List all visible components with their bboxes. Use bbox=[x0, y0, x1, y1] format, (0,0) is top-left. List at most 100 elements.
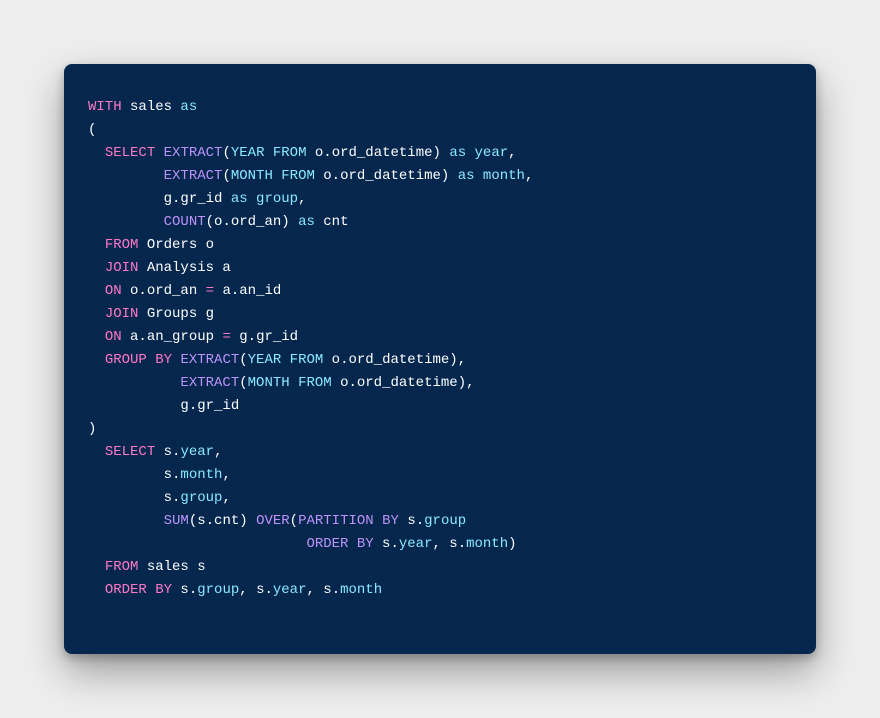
code-token bbox=[248, 191, 256, 207]
code-token: as bbox=[458, 168, 475, 184]
code-token bbox=[88, 237, 105, 253]
code-token: g.gr_id bbox=[88, 191, 231, 207]
sql-code-block: WITH sales as ( SELECT EXTRACT(YEAR FROM… bbox=[88, 96, 792, 602]
code-token: o.ord_datetime) bbox=[306, 145, 449, 161]
code-token: ( bbox=[88, 122, 96, 138]
code-token: FROM bbox=[105, 237, 139, 253]
code-token: year bbox=[475, 145, 509, 161]
code-token: ) bbox=[508, 536, 516, 552]
code-token bbox=[88, 168, 164, 184]
code-token bbox=[466, 145, 474, 161]
code-token: FROM bbox=[105, 559, 139, 575]
code-token: FROM bbox=[273, 145, 307, 161]
code-token bbox=[88, 444, 105, 460]
code-token: Orders o bbox=[138, 237, 214, 253]
code-token: ( bbox=[239, 352, 247, 368]
code-token: JOIN bbox=[105, 260, 139, 276]
code-token: YEAR bbox=[248, 352, 282, 368]
code-token: FROM bbox=[281, 168, 315, 184]
code-token: ON bbox=[105, 329, 122, 345]
code-token: s. bbox=[374, 536, 399, 552]
code-token: , bbox=[525, 168, 533, 184]
code-token: as bbox=[231, 191, 248, 207]
code-token: EXTRACT bbox=[164, 168, 223, 184]
code-token: (s.cnt) bbox=[189, 513, 256, 529]
code-token bbox=[264, 145, 272, 161]
code-token bbox=[88, 375, 180, 391]
code-token: o.ord_datetime), bbox=[323, 352, 466, 368]
code-token: ORDER BY bbox=[306, 536, 373, 552]
code-token bbox=[88, 513, 164, 529]
code-token: Groups g bbox=[138, 306, 214, 322]
code-token: (o.ord_an) bbox=[206, 214, 298, 230]
code-token: a.an_group bbox=[122, 329, 223, 345]
code-token: month bbox=[483, 168, 525, 184]
code-token: = bbox=[222, 329, 230, 345]
code-token: MONTH bbox=[248, 375, 290, 391]
code-token: , bbox=[222, 490, 230, 506]
code-token: , bbox=[298, 191, 306, 207]
code-token: ) bbox=[88, 421, 96, 437]
code-token: ORDER BY bbox=[105, 582, 172, 598]
code-token: ( bbox=[222, 168, 230, 184]
code-token: FROM bbox=[290, 352, 324, 368]
code-token: cnt bbox=[315, 214, 349, 230]
code-token: o.ord_an bbox=[122, 283, 206, 299]
code-token: s. bbox=[399, 513, 424, 529]
code-token: FROM bbox=[298, 375, 332, 391]
code-token: SUM bbox=[164, 513, 189, 529]
code-token: ( bbox=[290, 513, 298, 529]
code-token: group bbox=[197, 582, 239, 598]
code-token: g.gr_id bbox=[231, 329, 298, 345]
code-token bbox=[281, 352, 289, 368]
code-token: BY bbox=[382, 513, 399, 529]
code-card: WITH sales as ( SELECT EXTRACT(YEAR FROM… bbox=[64, 64, 816, 654]
code-token bbox=[88, 329, 105, 345]
code-token: s. bbox=[172, 582, 197, 598]
code-token: MONTH bbox=[231, 168, 273, 184]
code-token: WITH bbox=[88, 99, 122, 115]
code-token: Analysis a bbox=[138, 260, 230, 276]
code-token: group bbox=[180, 490, 222, 506]
code-token: , bbox=[214, 444, 222, 460]
code-token: , bbox=[222, 467, 230, 483]
code-token: as bbox=[298, 214, 315, 230]
code-token: , s. bbox=[239, 582, 273, 598]
code-token: s. bbox=[155, 444, 180, 460]
code-token bbox=[88, 283, 105, 299]
code-token: a.an_id bbox=[214, 283, 281, 299]
code-token bbox=[290, 375, 298, 391]
code-token: EXTRACT bbox=[180, 352, 239, 368]
code-token: , s. bbox=[432, 536, 466, 552]
code-token bbox=[88, 214, 164, 230]
code-token: year bbox=[273, 582, 307, 598]
code-token bbox=[374, 513, 382, 529]
code-token bbox=[88, 582, 105, 598]
code-token bbox=[88, 306, 105, 322]
code-token: month bbox=[466, 536, 508, 552]
code-token: year bbox=[180, 444, 214, 460]
code-token: as bbox=[449, 145, 466, 161]
code-token: = bbox=[206, 283, 214, 299]
code-token bbox=[273, 168, 281, 184]
code-token: group bbox=[256, 191, 298, 207]
code-token: sales bbox=[122, 99, 181, 115]
code-token bbox=[475, 168, 483, 184]
code-token: , s. bbox=[306, 582, 340, 598]
code-token: COUNT bbox=[164, 214, 206, 230]
code-token: g.gr_id bbox=[88, 398, 239, 414]
code-token: year bbox=[399, 536, 433, 552]
code-token bbox=[88, 536, 306, 552]
code-token bbox=[155, 145, 163, 161]
code-token: SELECT bbox=[105, 444, 155, 460]
code-token: o.ord_datetime), bbox=[332, 375, 475, 391]
code-token: s. bbox=[88, 490, 180, 506]
code-token: PARTITION bbox=[298, 513, 374, 529]
code-token bbox=[88, 145, 105, 161]
code-token: ( bbox=[222, 145, 230, 161]
code-token: month bbox=[340, 582, 382, 598]
code-token: SELECT bbox=[105, 145, 155, 161]
code-token: JOIN bbox=[105, 306, 139, 322]
code-token: o.ord_datetime) bbox=[315, 168, 458, 184]
code-token: ( bbox=[239, 375, 247, 391]
